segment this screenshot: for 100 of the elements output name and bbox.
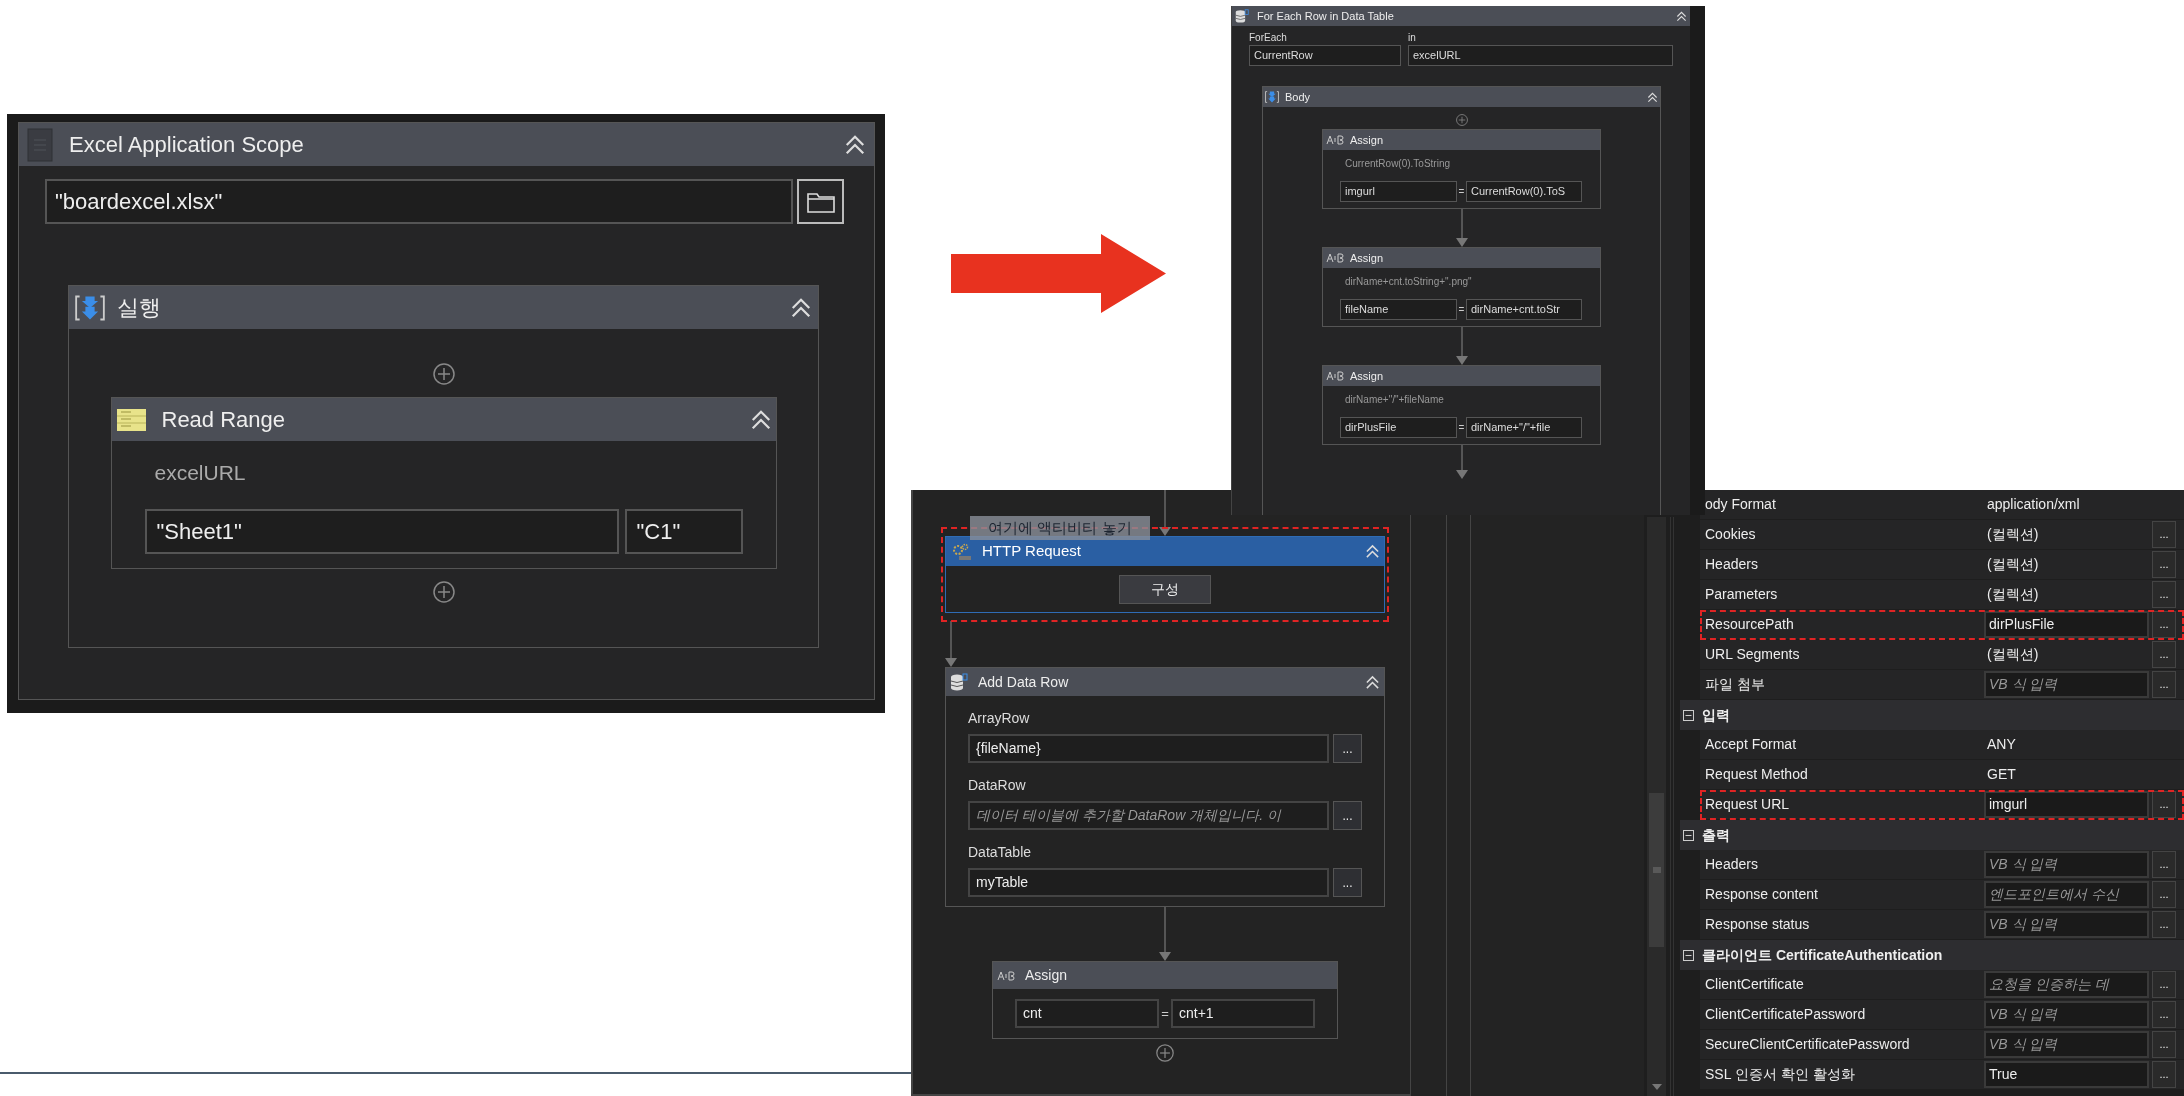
scroll-thumb[interactable] (1649, 793, 1664, 947)
property-field[interactable]: VB 식 입력 (1984, 851, 2149, 878)
collapse-icon[interactable] (1683, 829, 1694, 841)
field-label: ForEach (1249, 31, 1288, 45)
collapse-icon[interactable] (1647, 91, 1658, 103)
property-label: Accept Format (1704, 735, 1798, 754)
ellipsis-button[interactable]: ... (2152, 911, 2176, 938)
ellipsis-button[interactable]: ... (1333, 868, 1362, 897)
ellipsis-button[interactable]: ... (2152, 641, 2176, 668)
http-request-card[interactable]: HTTP Request 구성 (945, 536, 1385, 613)
activity-title: Read Range (161, 406, 287, 434)
connector-arrow (1455, 445, 1468, 479)
value-field[interactable]: dirName+"/"+file (1466, 417, 1582, 438)
add-icon[interactable] (1156, 1044, 1174, 1062)
property-field[interactable]: VB 식 입력 (1984, 671, 2149, 698)
target-field[interactable]: fileName (1340, 299, 1457, 320)
collection-field[interactable]: excelURL (1408, 45, 1673, 66)
property-field[interactable]: True (1984, 1061, 2149, 1088)
collapse-icon[interactable] (1365, 544, 1380, 559)
property-label: ResourcePath (1704, 615, 1795, 634)
ellipsis-button[interactable]: ... (2152, 1031, 2176, 1058)
connector-arrow (945, 621, 957, 667)
assign-icon (1326, 253, 1344, 263)
property-label: ody Format (1704, 495, 1777, 514)
activity-title: For Each Row in Data Table (1257, 8, 1395, 24)
value-field[interactable]: cnt+1 (1171, 999, 1315, 1028)
gear-icon (950, 542, 972, 561)
collapse-icon[interactable] (749, 408, 772, 431)
target-field[interactable]: imgurl (1340, 181, 1457, 202)
ellipsis-button[interactable]: ... (2152, 1061, 2176, 1088)
collapse-icon[interactable] (1365, 674, 1380, 690)
property-label: ClientCertificatePassword (1704, 1005, 1867, 1024)
ellipsis-button[interactable]: ... (2152, 581, 2176, 608)
collapse-icon[interactable] (844, 133, 866, 156)
collapse-icon[interactable] (1676, 10, 1687, 22)
category-label: 입력 (1702, 705, 1730, 725)
browse-folder-button[interactable] (797, 179, 844, 224)
ellipsis-button[interactable]: ... (2152, 1001, 2176, 1028)
activity-summary: dirName+"/"+fileName (1344, 393, 1445, 407)
property-field[interactable]: 요청을 인증하는 데 (1984, 971, 2149, 998)
property-value: (컬렉션) (1986, 555, 2040, 574)
sequence-icon (1265, 90, 1279, 104)
add-icon[interactable] (1455, 114, 1468, 126)
ellipsis-button[interactable]: ... (2152, 611, 2176, 638)
collapse-icon[interactable] (1683, 709, 1694, 721)
ellipsis-button[interactable]: ... (1333, 801, 1362, 830)
property-field[interactable]: imgurl (1984, 791, 2149, 818)
property-field[interactable]: VB 식 입력 (1984, 1001, 2149, 1028)
ellipsis-button[interactable]: ... (2152, 521, 2176, 548)
ellipsis-button[interactable]: ... (2152, 971, 2176, 998)
activity-title: Assign (1350, 132, 1384, 148)
property-value: (컬렉션) (1986, 525, 2040, 544)
collapse-icon[interactable] (1683, 949, 1694, 961)
value-field[interactable]: CurrentRow(0).ToS (1466, 181, 1582, 202)
property-field[interactable]: VB 식 입력 (1984, 1031, 2149, 1058)
activity-summary: CurrentRow(0).ToString (1344, 157, 1452, 171)
equals-sign: = (1457, 421, 1466, 435)
add-icon[interactable] (432, 363, 455, 385)
activity-title: 실행 (117, 294, 162, 322)
equals-sign: = (1160, 1004, 1170, 1023)
right-arrow-icon (951, 234, 1166, 313)
field-label: DataTable (968, 843, 1033, 862)
ellipsis-button[interactable]: ... (2152, 881, 2176, 908)
expression-field[interactable]: myTable (968, 868, 1329, 897)
connector-arrow (1159, 490, 1171, 536)
configure-button[interactable]: 구성 (1119, 574, 1211, 604)
value-field[interactable]: dirName+cnt.toStr (1466, 299, 1582, 320)
foreach-field[interactable]: CurrentRow (1249, 45, 1401, 66)
range-field[interactable]: "C1" (624, 508, 743, 554)
sheet-name-field[interactable]: "Sheet1" (144, 508, 619, 554)
file-path-field[interactable]: "boardexcel.xlsx" (45, 179, 793, 224)
collapse-icon[interactable] (790, 296, 812, 319)
ellipsis-button[interactable]: ... (2152, 851, 2176, 878)
spreadsheet-icon (115, 406, 148, 433)
expression-field[interactable]: {fileName} (968, 734, 1329, 763)
property-label: Response status (1704, 915, 1811, 934)
equals-sign: = (1457, 185, 1466, 199)
expression-field[interactable]: 데이터 테이블에 추가할 DataRow 개체입니다. 이 (968, 801, 1329, 830)
ellipsis-button[interactable]: ... (2152, 671, 2176, 698)
property-value: application/xml (1986, 495, 2081, 514)
target-field[interactable]: dirPlusFile (1340, 417, 1457, 438)
target-field[interactable]: cnt (1015, 999, 1159, 1028)
connector-arrow (1159, 907, 1171, 961)
property-value: (컬렉션) (1986, 585, 2040, 604)
field-label: ArrayRow (968, 709, 1031, 728)
connector-arrow (1455, 327, 1468, 365)
property-label: Parameters (1704, 585, 1779, 604)
property-field[interactable]: 엔드포인트에서 수신 (1984, 881, 2149, 908)
property-field[interactable]: dirPlusFile (1984, 611, 2149, 638)
property-field[interactable]: VB 식 입력 (1984, 911, 2149, 938)
folder-icon (806, 190, 835, 213)
ellipsis-button[interactable]: ... (2152, 551, 2176, 578)
ellipsis-button[interactable]: ... (1333, 734, 1362, 763)
property-label: Request Method (1704, 765, 1809, 784)
database-icon (950, 673, 968, 691)
ellipsis-button[interactable]: ... (2152, 791, 2176, 818)
activity-title: Body (1285, 89, 1312, 105)
scroll-down-icon[interactable] (1651, 1084, 1662, 1090)
property-label: ClientCertificate (1704, 975, 1805, 994)
add-icon[interactable] (432, 580, 455, 603)
